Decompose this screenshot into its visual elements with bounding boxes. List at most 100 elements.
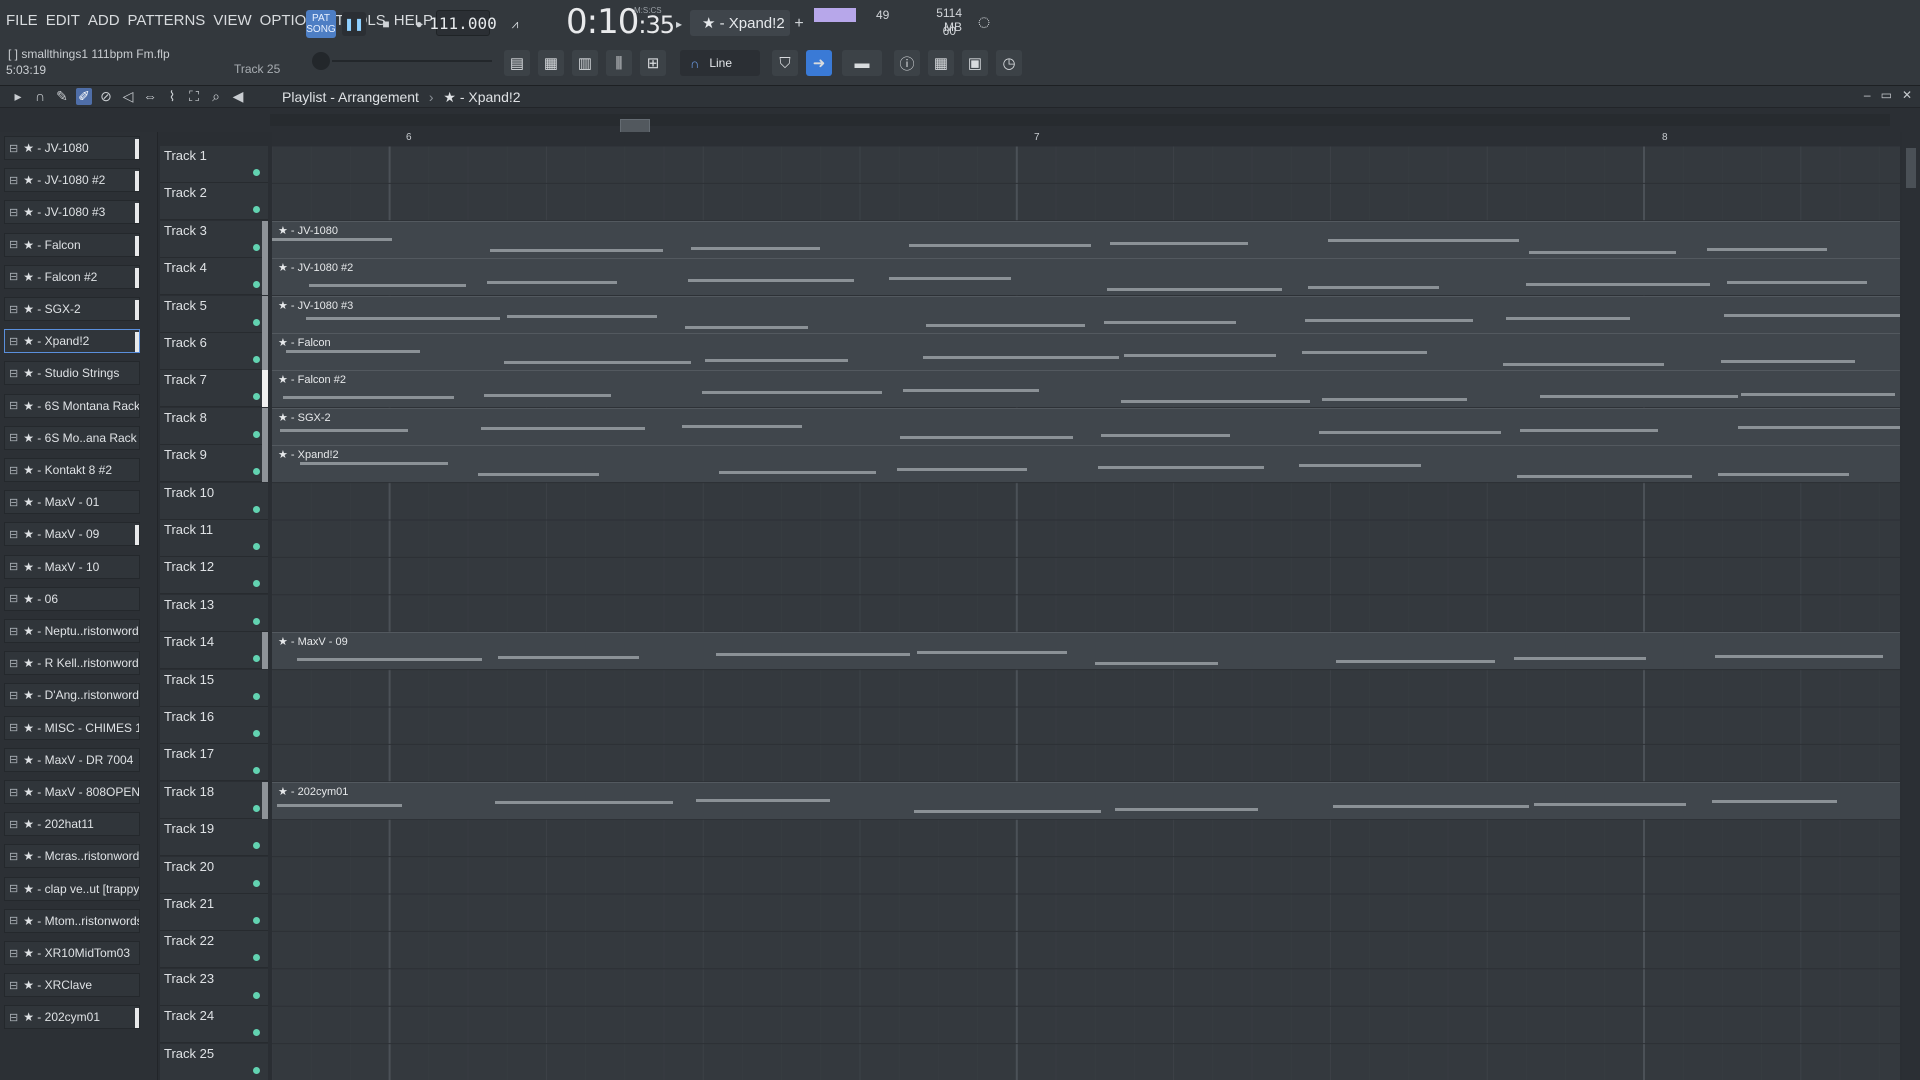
picker-item[interactable]: ⊟ ★ - 202hat11 — [4, 812, 140, 837]
track-header[interactable]: Track 6 — [160, 333, 268, 370]
picker-item[interactable]: ⊟ ★ - MaxV - DR 7004 — [4, 747, 140, 772]
picker-item[interactable]: ⊟ ★ - Kontakt 8 #2 — [4, 458, 140, 482]
pencil-icon[interactable]: ✎ — [54, 88, 70, 105]
track-header[interactable]: Track 7 — [160, 370, 268, 408]
track-header[interactable]: Track 18 — [160, 781, 268, 819]
track-enable-led[interactable] — [253, 243, 260, 251]
track-header[interactable]: Track 13 — [160, 594, 268, 632]
track-header[interactable]: Track 23 — [160, 968, 268, 1006]
picker-item[interactable]: ⊟ ★ - Xpand!2 — [4, 329, 140, 354]
track-enable-led[interactable] — [253, 730, 260, 737]
track-header[interactable]: Track 10 — [160, 482, 268, 520]
pattern-clip[interactable]: ★ - Xpand!2 — [272, 445, 1900, 483]
metronome-button[interactable]: ⩘ — [500, 12, 530, 36]
picker-item[interactable]: ⊟ ★ - Falcon #2 — [4, 264, 140, 289]
track-header[interactable]: Track 5 — [160, 295, 268, 333]
picker-item[interactable]: ⊟ ★ - R Kell..ristonwords — [4, 651, 140, 676]
maximize-icon[interactable]: ▭ — [1881, 88, 1892, 102]
minimize-icon[interactable]: – — [1864, 88, 1871, 102]
browser-button[interactable]: ⊞ — [640, 50, 666, 76]
pattern-prev-button[interactable]: ▸ — [672, 12, 686, 36]
track-enable-led[interactable] — [253, 804, 260, 812]
picker-item[interactable]: ⊟ ★ - XR10MidTom03 — [4, 941, 140, 965]
track-enable-led[interactable] — [253, 655, 260, 663]
timeline-ruler[interactable]: 6 7 8 — [272, 132, 1900, 146]
vertical-scrollbar[interactable] — [1902, 132, 1920, 1080]
brush-icon[interactable]: ✐ — [76, 88, 92, 105]
select-icon[interactable]: ⛶ — [186, 88, 202, 105]
zoom-icon[interactable]: ⌕ — [208, 88, 224, 105]
menu-file[interactable]: FILE — [6, 12, 38, 29]
track-header[interactable]: Track 4 — [160, 258, 268, 296]
play-button[interactable]: ❚❚ — [342, 12, 366, 36]
pattern-clip[interactable]: ★ - JV-1080 #2 — [272, 258, 1900, 296]
channel-rack-button[interactable]: ▥ — [572, 50, 598, 76]
track-enable-led[interactable] — [253, 393, 260, 401]
track-enable-led[interactable] — [253, 842, 260, 850]
picker-item[interactable]: ⊟ ★ - Mcras..ristonwords — [4, 844, 140, 869]
track-enable-led[interactable] — [253, 169, 260, 176]
picker-item[interactable]: ⊟ ★ - 202cym01 — [4, 1005, 140, 1030]
picker-item[interactable]: ⊟ ★ - D'Ang..ristonwords — [4, 683, 140, 708]
picker-item[interactable]: ⊟ ★ - MISC - CHIMES 1.8 — [4, 715, 140, 740]
pattern-clip[interactable]: ★ - JV-1080 — [272, 220, 1900, 258]
close-icon[interactable]: ✕ — [1902, 88, 1912, 102]
menu-patterns[interactable]: PATTERNS — [128, 12, 206, 29]
track-enable-led[interactable] — [253, 505, 260, 513]
track-enable-led[interactable] — [253, 692, 260, 700]
track-enable-led[interactable] — [253, 991, 260, 999]
picker-item[interactable]: ⊟ ★ - 6S Montana Rack — [4, 393, 140, 418]
track-enable-led[interactable] — [253, 430, 260, 438]
pattern-clip[interactable]: ★ - JV-1080 #3 — [272, 295, 1900, 333]
track-header[interactable]: Track 17 — [160, 744, 268, 782]
picker-item[interactable]: ⊟ ★ - Studio Strings — [4, 361, 140, 386]
menu-arrow-icon[interactable]: ▸ — [10, 88, 26, 105]
track-header[interactable]: Track 12 — [160, 557, 268, 595]
picker-item[interactable]: ⊟ ★ - 06 — [4, 586, 140, 611]
pattern-add-button[interactable]: + — [792, 12, 806, 36]
pattern-clip[interactable]: ★ - Falcon #2 — [272, 370, 1900, 408]
picker-item[interactable]: ⊟ ★ - JV-1080 #2 — [4, 168, 140, 193]
track-enable-led[interactable] — [253, 917, 260, 924]
track-header[interactable]: Track 9 — [160, 445, 268, 483]
vscroll-thumb[interactable] — [1906, 148, 1916, 188]
picker-item[interactable]: ⊟ ★ - 6S Mo..ana Rack #2 — [4, 425, 140, 450]
playlist-button[interactable]: ▤ — [504, 50, 530, 76]
track-enable-led[interactable] — [253, 954, 260, 962]
track-enable-led[interactable] — [253, 356, 260, 363]
menu-add[interactable]: ADD — [88, 12, 120, 29]
track-enable-led[interactable] — [253, 318, 260, 326]
picker-item[interactable]: ⊟ ★ - MaxV - 808OPEN_ — [4, 780, 140, 804]
pattern-clip[interactable]: ★ - SGX-2 — [272, 407, 1900, 445]
pat-song-toggle[interactable]: PAT SONG — [306, 10, 336, 38]
track-header[interactable]: Track 8 — [160, 407, 268, 445]
track-enable-led[interactable] — [253, 879, 260, 887]
pattern-clip[interactable]: ★ - Falcon — [272, 333, 1900, 370]
slip-icon[interactable]: ⇔ — [142, 88, 158, 105]
track-enable-led[interactable] — [253, 767, 260, 775]
pattern-clip[interactable]: ★ - MaxV - 09 — [272, 632, 1900, 670]
snap-selector[interactable]: ∩ Line — [680, 50, 760, 76]
picker-item[interactable]: ⊟ ★ - clap ve..ut [trappy] — [4, 876, 140, 901]
picker-item[interactable]: ⊟ ★ - Falcon — [4, 232, 140, 257]
picker-item[interactable]: ⊟ ★ - XRClave — [4, 973, 140, 998]
track-header[interactable]: Track 3 — [160, 220, 268, 258]
picker-item[interactable]: ⊟ ★ - MaxV - 10 — [4, 554, 140, 579]
track-enable-led[interactable] — [253, 543, 260, 550]
track-header[interactable]: Track 15 — [160, 669, 268, 707]
track-enable-led[interactable] — [253, 580, 260, 588]
midi-button[interactable]: ▦ — [928, 50, 954, 76]
pattern-selector[interactable]: ★ - Xpand!2 — [690, 10, 790, 36]
menu-view[interactable]: VIEW — [213, 12, 251, 29]
track-header[interactable]: Track 11 — [160, 520, 268, 557]
track-enable-led[interactable] — [253, 1066, 260, 1074]
scroll-thumb[interactable] — [620, 119, 650, 133]
track-enable-led[interactable] — [253, 468, 260, 476]
online-button[interactable]: ➜ — [806, 50, 832, 76]
pattern-clip[interactable]: ★ - 202cym01 — [272, 781, 1900, 819]
add-plugin-button[interactable]: ▣ — [962, 50, 988, 76]
picker-item[interactable]: ⊟ ★ - MaxV - 09 — [4, 522, 140, 547]
track-header[interactable]: Track 20 — [160, 856, 268, 894]
plugin-db-button[interactable]: ⛉ — [772, 50, 798, 76]
track-header[interactable]: Track 22 — [160, 931, 268, 969]
